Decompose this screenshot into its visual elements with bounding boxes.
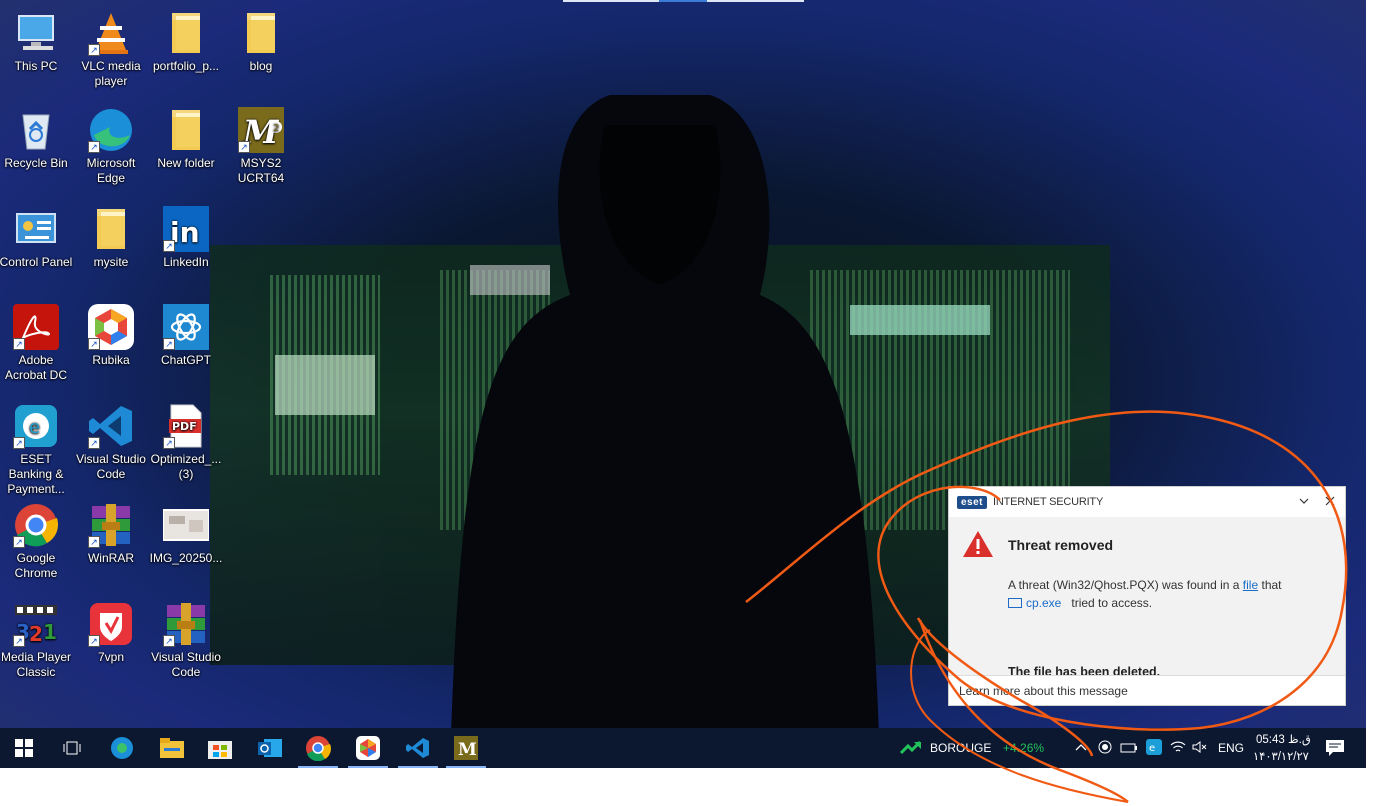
annotation-scribble xyxy=(745,410,1348,803)
